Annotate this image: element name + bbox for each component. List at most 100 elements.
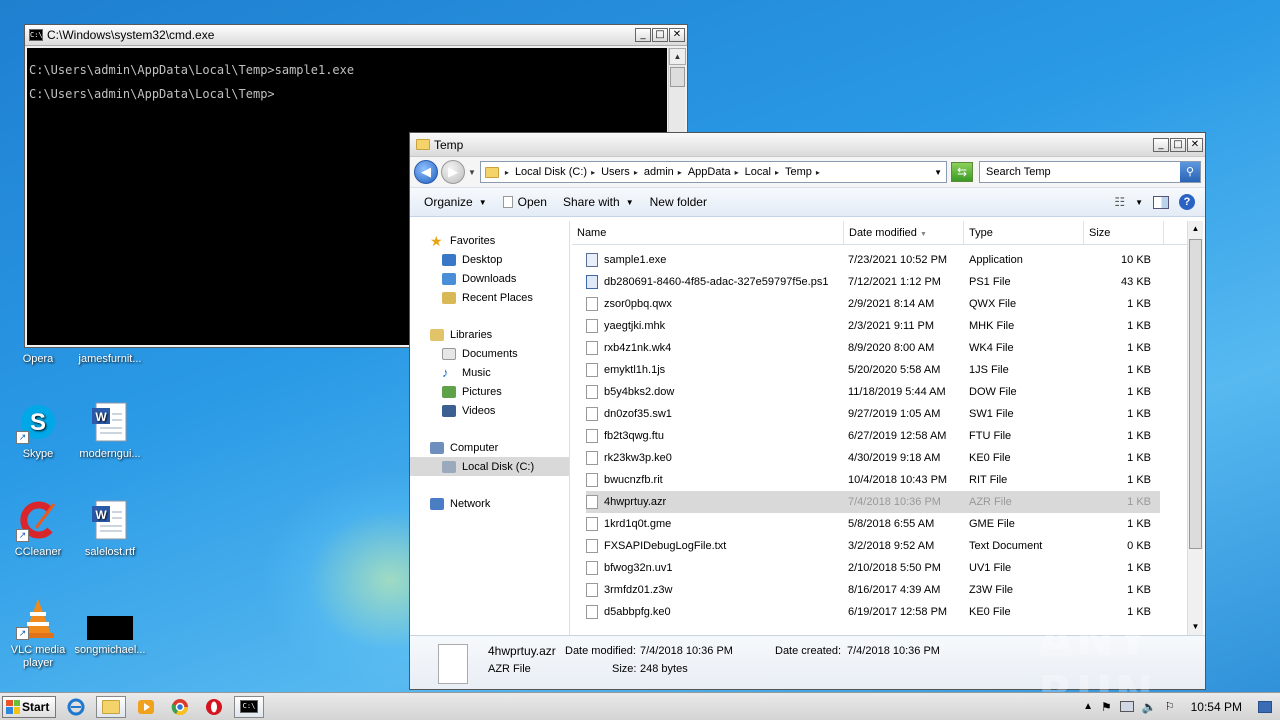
desktop-icon-ccleaner[interactable]: ↗ CCleaner	[0, 498, 76, 559]
column-header-size[interactable]: Size	[1084, 221, 1164, 244]
file-row[interactable]: rxb4z1nk.wk4 8/9/2020 8:00 AM WK4 File 1 KB	[586, 337, 1160, 359]
nav-network[interactable]: Network	[410, 494, 569, 513]
explorer-titlebar[interactable]: Temp _ □ ✕	[410, 133, 1205, 157]
file-row[interactable]: 1krd1q0t.gme 5/8/2018 6:55 AM GME File 1 KB	[586, 513, 1160, 535]
cmd-taskbar-icon[interactable]: C:\	[234, 695, 264, 718]
desktop-icon-vlc[interactable]: ↗ VLC media player	[0, 596, 76, 670]
address-bar[interactable]: ▸ Local Disk (C:) ▸ Users ▸ admin ▸ AppD…	[479, 161, 947, 183]
file-row[interactable]: dn0zof35.sw1 9/27/2019 1:05 AM SW1 File 1 K…	[586, 403, 1160, 425]
chevron-right-icon[interactable]: ▸	[775, 168, 779, 177]
nav-item-desktop[interactable]: Desktop	[410, 250, 569, 269]
refresh-icon[interactable]: ⇆	[951, 162, 973, 182]
scroll-thumb[interactable]	[670, 67, 685, 87]
search-box[interactable]: ⚲	[979, 161, 1201, 183]
address-history-chevron-icon[interactable]: ▼	[934, 168, 942, 177]
file-row[interactable]: 3rmfdz01.z3w 8/16/2017 4:39 AM Z3W File 1 K…	[586, 579, 1160, 601]
back-arrow-icon[interactable]: ◀	[414, 160, 438, 184]
file-row[interactable]: fb2t3qwg.ftu 6/27/2019 12:58 AM FTU File 1 …	[586, 425, 1160, 447]
minimize-button[interactable]: _	[635, 28, 651, 42]
clock[interactable]: 10:54 PM	[1191, 700, 1242, 714]
nav-item-music[interactable]: ♪ Music	[410, 363, 569, 382]
flag-tray-icon[interactable]: ⚐	[1165, 700, 1175, 713]
preview-pane-icon[interactable]	[1153, 195, 1169, 209]
close-button[interactable]: ✕	[669, 28, 685, 42]
file-name: dn0zof35.sw1	[604, 408, 672, 420]
file-row[interactable]: yaegtjki.mhk 2/3/2021 9:11 PM MHK File 1 KB	[586, 315, 1160, 337]
chevron-right-icon[interactable]: ▸	[634, 168, 638, 177]
file-row[interactable]: emyktl1h.1js 5/20/2020 5:58 AM 1JS File 1 K…	[586, 359, 1160, 381]
internet-explorer-icon[interactable]	[62, 696, 90, 718]
nav-libraries[interactable]: Libraries	[410, 325, 569, 344]
share-with-button[interactable]: Share with ▼	[555, 195, 642, 209]
show-desktop-button[interactable]	[1258, 700, 1272, 713]
chevron-right-icon[interactable]: ▸	[678, 168, 682, 177]
scroll-up-arrow-icon[interactable]: ▲	[1188, 221, 1203, 237]
desktop-icon-songmichael[interactable]: songmichael...	[72, 596, 148, 657]
chevron-right-icon[interactable]: ▸	[816, 168, 820, 177]
file-row[interactable]: db280691-8460-4f85-adac-327e59797f5e.ps1…	[586, 271, 1160, 293]
chevron-down-icon[interactable]: ▼	[1135, 198, 1143, 207]
scroll-up-arrow-icon[interactable]: ▲	[669, 48, 686, 65]
file-row[interactable]: sample1.exe 7/23/2021 10:52 PM Application…	[586, 249, 1160, 271]
chevron-right-icon[interactable]: ▸	[505, 168, 509, 177]
file-row[interactable]: 4hwprtuy.azr 7/4/2018 10:36 PM AZR File 1 K…	[586, 491, 1160, 513]
nav-item-downloads[interactable]: Downloads	[410, 269, 569, 288]
breadcrumb-admin[interactable]: admin	[644, 166, 674, 178]
column-header-name[interactable]: Name	[572, 221, 844, 244]
nav-item-recent-places[interactable]: Recent Places	[410, 288, 569, 307]
nav-item-documents[interactable]: Documents	[410, 344, 569, 363]
file-row[interactable]: bwucnzfb.rit 10/4/2018 10:43 PM RIT File 1 …	[586, 469, 1160, 491]
file-row[interactable]: bfwog32n.uv1 2/10/2018 5:50 PM UV1 File 1 K…	[586, 557, 1160, 579]
file-row[interactable]: FXSAPIDebugLogFile.txt 3/2/2018 9:52 AM Te…	[586, 535, 1160, 557]
desktop-icon-moderngui[interactable]: W moderngui...	[72, 400, 148, 461]
open-button[interactable]: Open	[495, 195, 555, 209]
cmd-titlebar[interactable]: C:\ C:\Windows\system32\cmd.exe _ □ ✕	[25, 25, 687, 46]
breadcrumb-appdata[interactable]: AppData	[688, 166, 731, 178]
forward-arrow-icon[interactable]: ▶	[441, 160, 465, 184]
search-input[interactable]	[980, 166, 1180, 178]
breadcrumb-local[interactable]: Local	[745, 166, 771, 178]
maximize-button[interactable]: □	[1170, 137, 1186, 152]
start-button[interactable]: Start	[2, 695, 56, 718]
network-tray-icon[interactable]	[1119, 701, 1134, 712]
show-hidden-icons-icon[interactable]: ▲	[1083, 701, 1093, 712]
nav-favorites[interactable]: ★ Favorites	[410, 231, 569, 250]
breadcrumb-local-disk[interactable]: Local Disk (C:)	[515, 166, 587, 178]
help-icon[interactable]: ?	[1179, 194, 1195, 210]
chrome-icon[interactable]	[166, 696, 194, 718]
chevron-right-icon[interactable]: ▸	[735, 168, 739, 177]
file-row[interactable]: b5y4bks2.dow 11/18/2019 5:44 AM DOW File 1 …	[586, 381, 1160, 403]
column-header-date[interactable]: Date modified ▼	[844, 221, 964, 244]
breadcrumb-users[interactable]: Users	[601, 166, 630, 178]
breadcrumb-temp[interactable]: Temp	[785, 166, 812, 178]
explorer-window[interactable]: Temp _ □ ✕ ◀ ▶ ▼ ▸ Local Disk (C:) ▸ Use…	[409, 132, 1206, 690]
file-row[interactable]: zsor0pbq.qwx 2/9/2021 8:14 AM QWX File 1 KB	[586, 293, 1160, 315]
organize-button[interactable]: Organize ▼	[416, 195, 495, 209]
volume-icon[interactable]: 🔈	[1142, 700, 1157, 714]
file-icon	[586, 561, 598, 575]
file-row[interactable]: rk23kw3p.ke0 4/30/2019 9:18 AM KE0 File 1 K…	[586, 447, 1160, 469]
column-header-type[interactable]: Type	[964, 221, 1084, 244]
close-button[interactable]: ✕	[1187, 137, 1203, 152]
file-list[interactable]: Name Date modified ▼ Type Size sample1.e…	[572, 221, 1187, 635]
media-player-icon[interactable]	[132, 696, 160, 718]
action-center-flag-icon[interactable]: ⚑	[1101, 700, 1112, 714]
nav-item-videos[interactable]: Videos	[410, 401, 569, 420]
view-options-icon[interactable]: ☷	[1114, 195, 1125, 209]
chevron-right-icon[interactable]: ▸	[591, 168, 595, 177]
recent-pages-chevron-icon[interactable]: ▼	[468, 168, 476, 177]
new-folder-button[interactable]: New folder	[642, 195, 715, 209]
desktop-icon-skype[interactable]: S ↗ Skype	[0, 400, 76, 461]
opera-icon[interactable]	[200, 696, 228, 718]
minimize-button[interactable]: _	[1153, 137, 1169, 152]
explorer-taskbar-icon[interactable]	[96, 695, 126, 718]
search-icon[interactable]: ⚲	[1180, 162, 1200, 182]
file-list-scrollbar[interactable]: ▲ ▼	[1187, 221, 1203, 635]
nav-item-pictures[interactable]: Pictures	[410, 382, 569, 401]
maximize-button[interactable]: □	[652, 28, 668, 42]
desktop-icon-salelost[interactable]: W salelost.rtf	[72, 498, 148, 559]
desktop-icon-label: Opera	[22, 353, 54, 365]
scroll-thumb[interactable]	[1189, 239, 1202, 549]
nav-item-local-disk[interactable]: Local Disk (C:)	[410, 457, 569, 476]
nav-computer[interactable]: Computer	[410, 438, 569, 457]
